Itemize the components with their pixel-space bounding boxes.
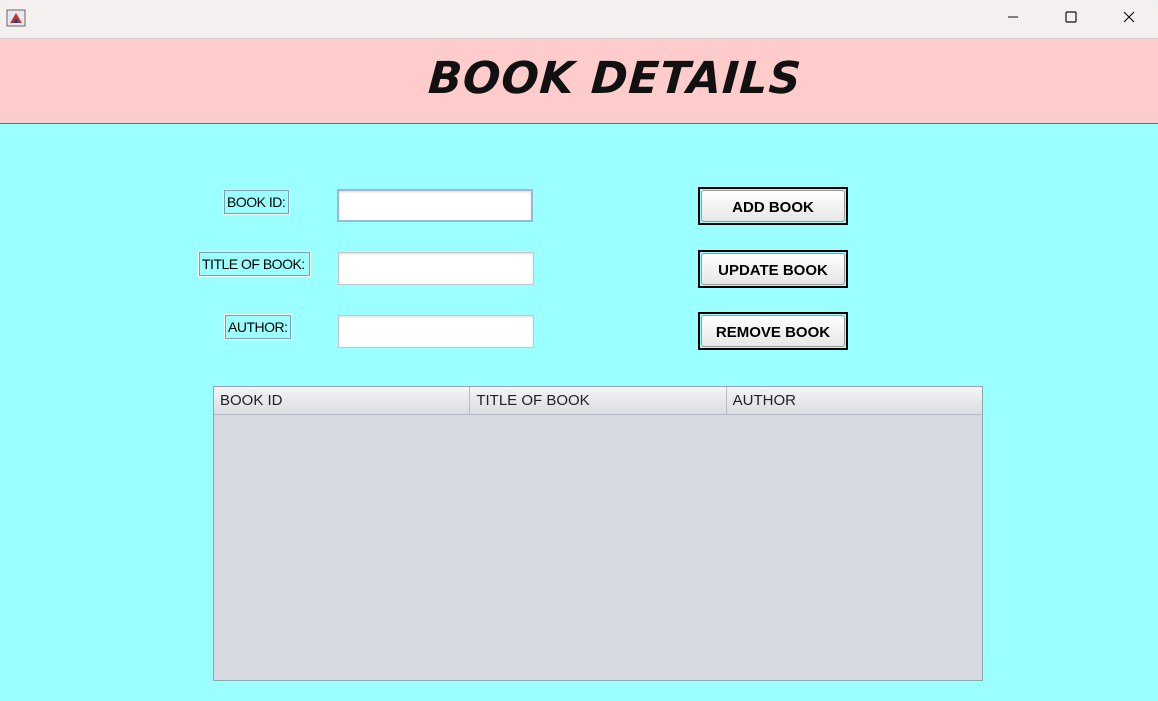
- java-app-icon: [6, 8, 26, 28]
- books-table[interactable]: BOOK ID TITLE OF BOOK AUTHOR: [213, 386, 983, 681]
- update-book-button-frame: UPDATE BOOK: [698, 250, 848, 288]
- author-label: AUTHOR:: [224, 314, 292, 340]
- update-book-button[interactable]: UPDATE BOOK: [701, 253, 845, 285]
- author-input[interactable]: [338, 315, 534, 348]
- remove-book-button-frame: REMOVE BOOK: [698, 312, 848, 350]
- remove-book-button[interactable]: REMOVE BOOK: [701, 315, 845, 347]
- close-button[interactable]: [1100, 0, 1158, 38]
- book-id-input[interactable]: [337, 189, 533, 222]
- title-bar[interactable]: [0, 0, 1158, 39]
- header-banner: BOOK DETAILS: [0, 39, 1158, 124]
- maximize-icon: [1064, 10, 1078, 29]
- app-window: BOOK DETAILS BOOK ID: TITLE OF BOOK: AUT…: [0, 0, 1158, 701]
- table-body[interactable]: [214, 415, 982, 680]
- title-of-book-label: TITLE OF BOOK:: [198, 251, 311, 277]
- column-header-title-of-book[interactable]: TITLE OF BOOK: [470, 387, 727, 414]
- minimize-icon: [1006, 10, 1020, 29]
- add-book-button-frame: ADD BOOK: [698, 187, 848, 225]
- book-id-label: BOOK ID:: [223, 189, 290, 215]
- minimize-button[interactable]: [984, 0, 1042, 38]
- column-header-book-id[interactable]: BOOK ID: [214, 387, 471, 414]
- maximize-button[interactable]: [1042, 0, 1100, 38]
- column-header-author[interactable]: AUTHOR: [727, 387, 982, 414]
- page-title: BOOK DETAILS: [426, 53, 804, 104]
- table-header: BOOK ID TITLE OF BOOK AUTHOR: [214, 387, 982, 415]
- add-book-button[interactable]: ADD BOOK: [701, 190, 845, 222]
- close-icon: [1122, 10, 1136, 29]
- title-of-book-input[interactable]: [338, 252, 534, 285]
